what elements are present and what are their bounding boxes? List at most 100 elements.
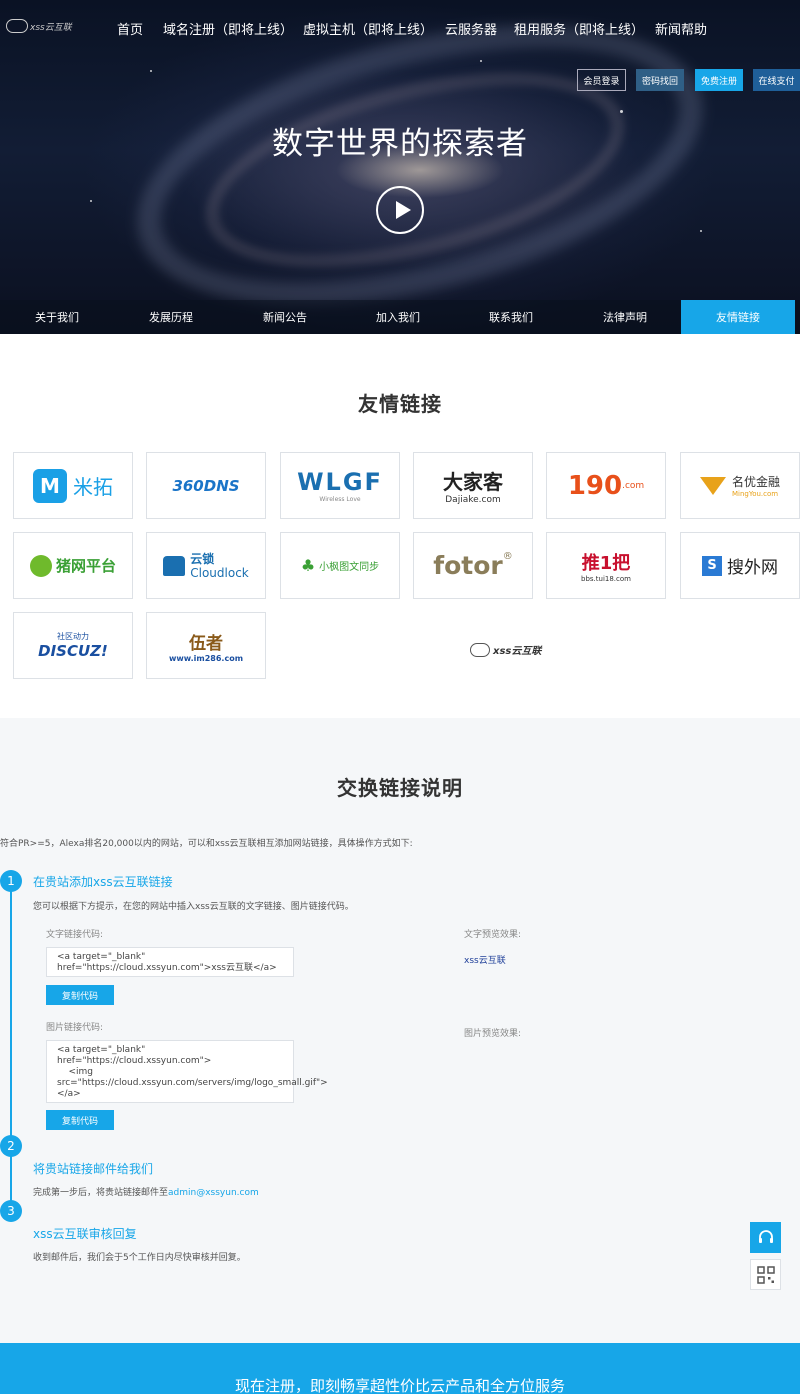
logo-mituo[interactable]: M 米拓	[13, 452, 133, 519]
logo-subtext: Wireless Love	[319, 496, 361, 503]
exchange-intro: 符合PR>=5，Alexa排名20,000以内的网站，可以和xss云互联相互添加…	[0, 839, 413, 849]
logo-subtext: bbs.tui18.com	[581, 574, 631, 583]
pig-icon	[29, 554, 52, 577]
logo-mingyou[interactable]: 名优金融 MingYou.com	[680, 452, 800, 519]
logo-dajiake[interactable]: 大家客 Dajiake.com	[413, 452, 533, 519]
logo-tui1ba[interactable]: 推1把 bbs.tui18.com	[546, 532, 666, 599]
step-1-title: 在贵站添加xss云互联链接	[33, 875, 173, 889]
play-icon[interactable]	[376, 186, 424, 234]
site-logo[interactable]: xss云互联	[6, 15, 76, 37]
logo-text: 360DNS	[172, 476, 240, 495]
online-payment-button[interactable]: 在线支付	[753, 69, 800, 91]
lock-icon	[163, 555, 186, 576]
step-1-badge: 1	[0, 870, 22, 892]
subnav-announcements[interactable]: 新闻公告	[228, 300, 342, 334]
logo-wlgf[interactable]: WLGF Wireless Love	[280, 452, 400, 519]
step-2-title: 将贵站链接邮件给我们	[33, 1162, 154, 1176]
top-navigation: xss云互联 首页 域名注册（即将上线） 虚拟主机（即将上线） 云服务器 租用服…	[0, 0, 800, 54]
preview-logo-text: xss云互联	[493, 646, 542, 657]
login-button[interactable]: 会员登录	[577, 69, 626, 91]
logo-text: DISCUZ!	[38, 642, 108, 660]
logo-text: 名优金融	[731, 475, 780, 489]
logo-discuz[interactable]: 社区动力 DISCUZ!	[13, 612, 133, 679]
logo-subtext: MingYou.com	[731, 490, 779, 498]
logo-text: WLGF	[297, 468, 383, 496]
headset-icon	[758, 1229, 773, 1243]
friend-links-title: 友情链接	[358, 392, 442, 416]
logo-190[interactable]: 190 .com	[546, 452, 666, 519]
logo-subtext: .com	[622, 480, 645, 491]
exchange-title: 交换链接说明	[337, 776, 463, 800]
menu-item-news[interactable]: 新闻帮助	[655, 19, 707, 38]
cloud-icon	[6, 19, 28, 33]
menu-item-cloud-server[interactable]: 云服务器	[445, 19, 497, 38]
logo-text: 米拓	[73, 475, 113, 499]
menu-item-home[interactable]: 首页	[117, 19, 143, 38]
logo-360dns[interactable]: 360DNS	[146, 452, 266, 519]
image-preview-logo-visual[interactable]: xss云互联	[470, 642, 541, 657]
star	[700, 230, 702, 232]
contact-email-link[interactable]: admin@xssyun.com	[168, 1188, 259, 1198]
image-preview-label: 图片预览效果:	[464, 1029, 522, 1039]
logo-subtext: 社区动力	[57, 632, 89, 641]
subnav-join-us[interactable]: 加入我们	[341, 300, 455, 334]
step-1-desc: 您可以根据下方提示，在您的网站中插入xss云互联的文字链接、图片链接代码。	[33, 902, 354, 912]
logo-im286[interactable]: 伍者 www.im286.com	[146, 612, 266, 679]
subnav-friend-links[interactable]: 友情链接	[681, 300, 795, 334]
copy-text-code-button[interactable]: 复制代码	[46, 985, 114, 1005]
logo-zhuwang[interactable]: 猪网平台	[13, 532, 133, 599]
star	[150, 70, 152, 72]
copy-image-code-button[interactable]: 复制代码	[46, 1110, 114, 1130]
sub-navigation: 关于我们 发展历程 新闻公告 加入我们 联系我们 法律声明 友情链接	[0, 300, 800, 334]
logo-superscript: ®	[502, 551, 513, 562]
logo-text: 伍者	[189, 633, 223, 654]
star	[90, 200, 92, 202]
star	[480, 60, 482, 62]
step-3-title: xss云互联审核回复	[33, 1227, 137, 1241]
text-code-label: 文字链接代码:	[46, 930, 104, 940]
customer-service-button[interactable]	[750, 1222, 781, 1253]
exchange-section: 交换链接说明 符合PR>=5，Alexa排名20,000以内的网站，可以和xss…	[0, 718, 800, 1343]
logo-subtext: www.im286.com	[168, 653, 244, 663]
logo-text: xss云互联	[30, 22, 72, 33]
subnav-legal[interactable]: 法律声明	[568, 300, 682, 334]
logo-text: 大家客	[443, 470, 503, 494]
text-preview-label: 文字预览效果:	[464, 930, 522, 940]
logo-subtext: Cloudlock	[190, 565, 249, 580]
logo-xiaofeng[interactable]: ♣ 小枫图文同步	[280, 532, 400, 599]
logo-souwai[interactable]: S 搜外网	[680, 532, 800, 599]
logo-text: 小枫图文同步	[319, 562, 380, 573]
logo-text: 搜外网	[727, 558, 778, 578]
subnav-history[interactable]: 发展历程	[114, 300, 228, 334]
logo-cloudlock[interactable]: 云锁 Cloudlock	[146, 532, 266, 599]
image-code-label: 图片链接代码:	[46, 1023, 104, 1033]
hero-title: 数字世界的探索者	[272, 126, 528, 162]
menu-item-domain[interactable]: 域名注册（即将上线）	[163, 19, 293, 38]
step-timeline	[10, 888, 12, 1208]
register-banner-text: 现在注册，即刻畅享超性价比云产品和全方位服务	[234, 1377, 565, 1394]
logo-text: 猪网平台	[55, 557, 116, 575]
logo-subtext: Dajiake.com	[445, 495, 501, 505]
logo-fotor[interactable]: fotor ®	[413, 532, 533, 599]
logo-text: 推1把	[581, 552, 631, 574]
cloud-icon	[470, 642, 490, 657]
step-2-desc-text: 完成第一步后，将贵站链接邮件至	[33, 1188, 169, 1198]
subnav-about[interactable]: 关于我们	[0, 300, 114, 334]
hero-banner: xss云互联 首页 域名注册（即将上线） 虚拟主机（即将上线） 云服务器 租用服…	[0, 0, 800, 334]
step-2-badge: 2	[0, 1135, 22, 1157]
text-code-box[interactable]: <a target="_blank" href="https://cloud.x…	[46, 947, 294, 977]
logo-text: 190	[567, 470, 623, 501]
step-2-desc: 完成第一步后，将贵站链接邮件至admin@xssyun.com	[33, 1185, 259, 1198]
logo-text: 云锁	[190, 551, 215, 566]
password-recovery-button[interactable]: 密码找回	[636, 69, 684, 91]
leaf-icon: ♣	[300, 556, 316, 575]
qrcode-button[interactable]	[750, 1259, 781, 1290]
subnav-contact[interactable]: 联系我们	[454, 300, 568, 334]
menu-item-rental[interactable]: 租用服务（即将上线）	[514, 19, 644, 38]
image-code-box[interactable]: <a target="_blank" href="https://cloud.x…	[46, 1040, 328, 1103]
text-preview-link[interactable]: xss云互联	[464, 953, 506, 966]
register-banner: 现在注册，即刻畅享超性价比云产品和全方位服务	[0, 1343, 800, 1394]
souwai-s-icon: S	[702, 555, 722, 576]
menu-item-hosting[interactable]: 虚拟主机（即将上线）	[303, 19, 433, 38]
register-button[interactable]: 免费注册	[695, 69, 743, 91]
